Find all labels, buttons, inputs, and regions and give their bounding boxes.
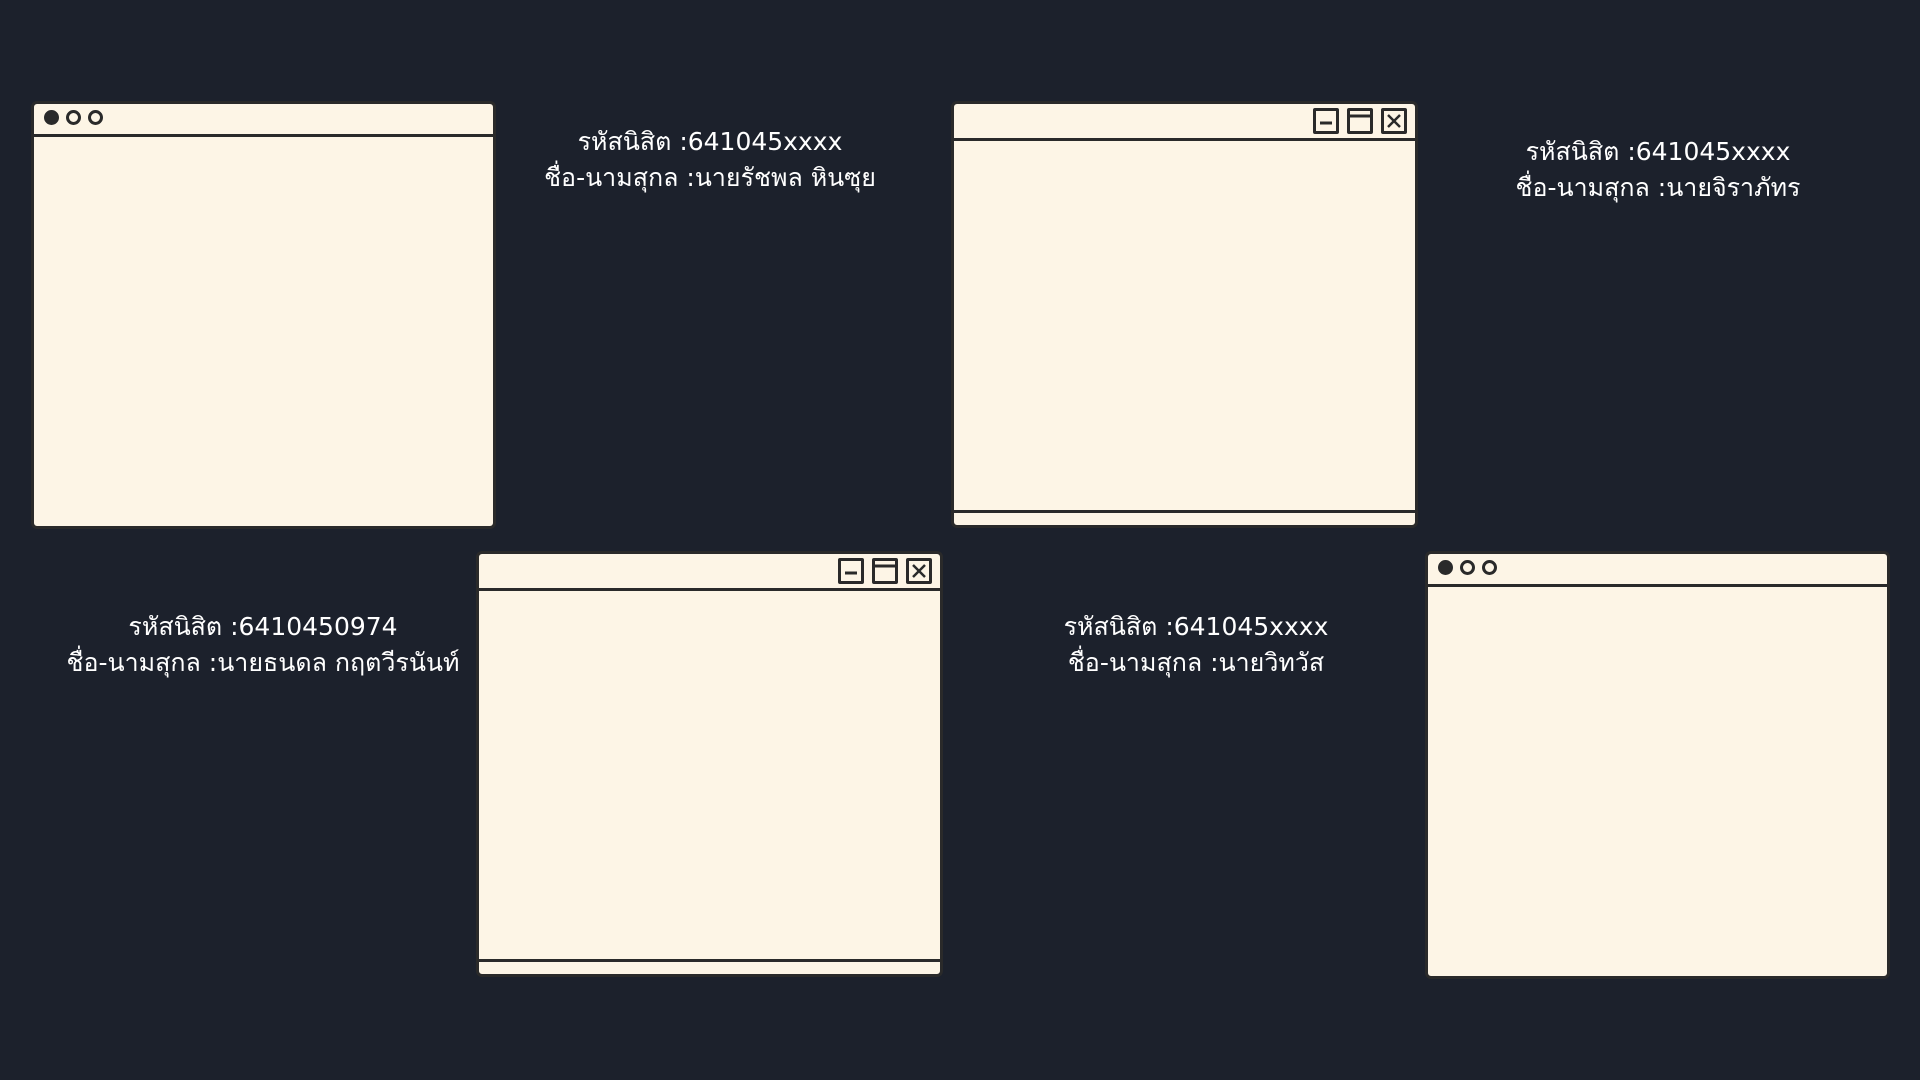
window-titlebar: [954, 104, 1415, 141]
student-id-text: รหัสนิสิต :641045xxxx: [577, 127, 843, 156]
close-dot-icon[interactable]: [1438, 560, 1453, 575]
window-titlebar: [34, 104, 493, 137]
student-info-1: รหัสนิสิต :641045xxxx ชื่อ-นามสุกล :นายร…: [530, 124, 890, 196]
window-frame-3: [476, 551, 943, 977]
window-dots: [1438, 560, 1497, 575]
close-icon[interactable]: [1381, 108, 1407, 134]
student-id-text: รหัสนิสิต :6410450974: [128, 612, 398, 641]
window-frame-4: [1425, 551, 1890, 979]
window-footer-line: [479, 959, 940, 962]
window-frame-1: [31, 101, 496, 529]
student-name-text: ชื่อ-นามสุกล :นายรัชพล หินซุย: [544, 163, 876, 192]
minimize-dot-icon[interactable]: [1460, 560, 1475, 575]
zoom-dot-icon[interactable]: [1482, 560, 1497, 575]
minimize-dot-icon[interactable]: [66, 110, 81, 125]
close-dot-icon[interactable]: [44, 110, 59, 125]
minimize-icon[interactable]: [838, 558, 864, 584]
maximize-icon[interactable]: [872, 558, 898, 584]
student-name-text: ชื่อ-นามสุกล :นายจิราภัทร: [1515, 173, 1801, 202]
window-controls: [1313, 108, 1407, 134]
student-name-text: ชื่อ-นามสุกล :นายธนดล กฤตวีรนันท์: [66, 648, 460, 677]
minimize-icon[interactable]: [1313, 108, 1339, 134]
student-id-text: รหัสนิสิต :641045xxxx: [1525, 137, 1791, 166]
window-controls: [838, 558, 932, 584]
student-id-text: รหัสนิสิต :641045xxxx: [1063, 612, 1329, 641]
window-titlebar: [479, 554, 940, 591]
student-info-3: รหัสนิสิต :6410450974 ชื่อ-นามสุกล :นายธ…: [53, 609, 473, 681]
student-info-4: รหัสนิสิต :641045xxxx ชื่อ-นามสุกล :นายว…: [1016, 609, 1376, 681]
window-dots: [44, 110, 103, 125]
student-info-2: รหัสนิสิต :641045xxxx ชื่อ-นามสุกล :นายจ…: [1478, 134, 1838, 206]
window-titlebar: [1428, 554, 1887, 587]
slide-canvas: รหัสนิสิต :641045xxxx ชื่อ-นามสุกล :นายร…: [0, 0, 1920, 1080]
student-name-text: ชื่อ-นามสุกล :นายวิทวัส: [1067, 648, 1325, 677]
close-icon[interactable]: [906, 558, 932, 584]
window-frame-2: [951, 101, 1418, 528]
window-footer-line: [954, 510, 1415, 513]
maximize-icon[interactable]: [1347, 108, 1373, 134]
zoom-dot-icon[interactable]: [88, 110, 103, 125]
